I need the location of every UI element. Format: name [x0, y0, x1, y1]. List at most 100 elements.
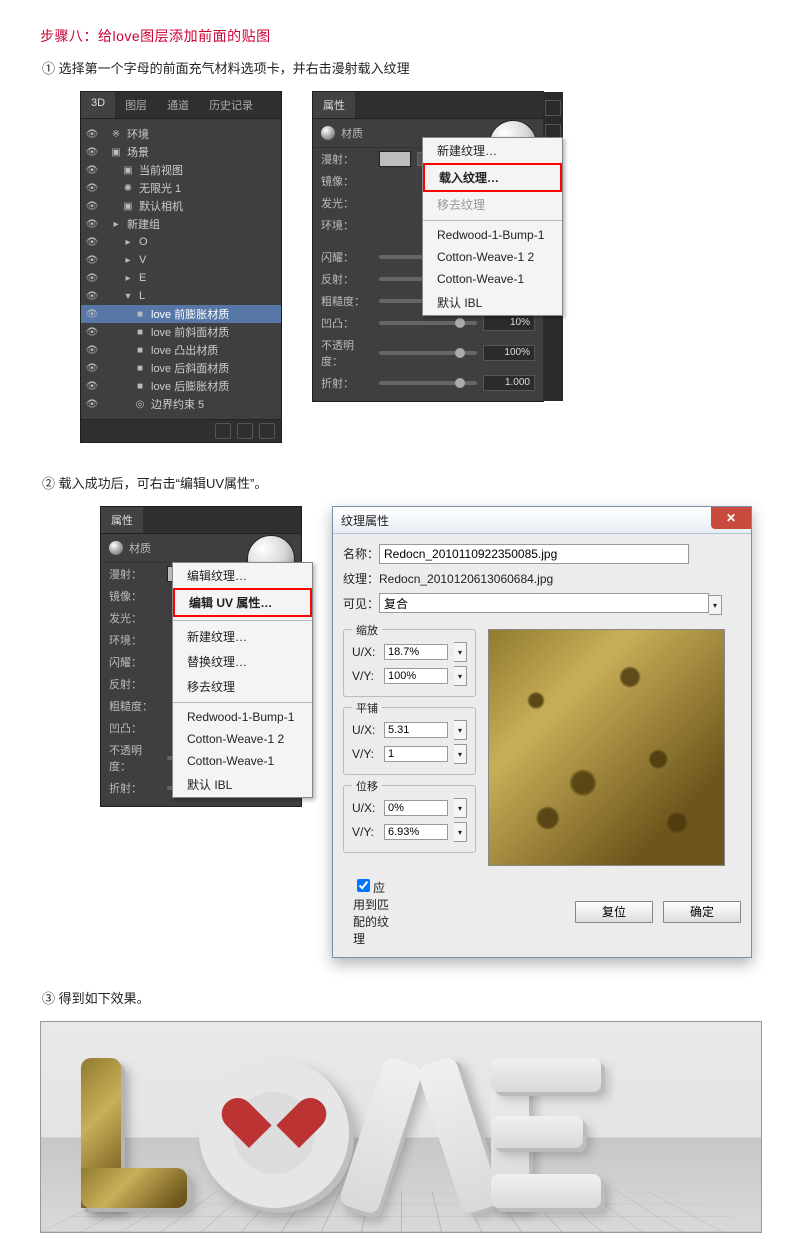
name-input[interactable] — [379, 544, 689, 564]
tile-ux-input[interactable] — [384, 722, 448, 738]
caption-1: ① 选择第一个字母的前面充气材料选项卡，并右击漫射载入纹理 — [42, 58, 760, 77]
offset-ux-input[interactable] — [384, 800, 448, 816]
layer-row[interactable]: 👁※环境 — [81, 125, 281, 143]
label-env: 环境： — [109, 632, 161, 648]
offset-vy-input[interactable] — [384, 824, 448, 840]
layer-row[interactable]: 👁■love 后斜面材质 — [81, 359, 281, 377]
layer-row[interactable]: 👁▾L — [81, 287, 281, 305]
chevron-down-icon[interactable]: ▾ — [454, 798, 467, 818]
menu-cotton12[interactable]: Cotton-Weave-1 2 — [173, 728, 312, 750]
visibility-icon[interactable]: 👁 — [85, 327, 99, 338]
visibility-icon[interactable]: 👁 — [85, 219, 99, 230]
layer-row[interactable]: 👁▣当前视图 — [81, 161, 281, 179]
layer-row[interactable]: 👁▣场景 — [81, 143, 281, 161]
name-label: 名称： — [343, 545, 379, 562]
label-refract: 折射： — [321, 375, 373, 391]
bump-value[interactable]: 10% — [483, 315, 535, 331]
visibility-icon[interactable]: 👁 — [85, 201, 99, 212]
chevron-down-icon[interactable]: ▾ — [454, 744, 467, 764]
visible-select[interactable] — [379, 593, 709, 613]
diffuse-swatch[interactable] — [379, 151, 411, 167]
visibility-icon[interactable]: 👁 — [85, 183, 99, 194]
chevron-down-icon[interactable]: ▾ — [454, 822, 467, 842]
refract-value[interactable]: 1.000 — [483, 375, 535, 391]
label-diffuse: 漫射： — [321, 151, 373, 167]
layer-row[interactable]: 👁■love 凸出材质 — [81, 341, 281, 359]
menu-replace-texture[interactable]: 替换纹理… — [173, 649, 312, 674]
menu-new-texture[interactable]: 新建纹理… — [423, 138, 562, 163]
material-ball-icon — [321, 126, 335, 140]
row-label: V — [139, 254, 146, 266]
footer-icon[interactable] — [237, 423, 253, 439]
group-scale-label: 缩放 — [352, 622, 382, 638]
tab-properties[interactable]: 属性 — [101, 507, 143, 533]
row-type-icon: ▸ — [121, 235, 135, 249]
menu-edit-texture[interactable]: 编辑纹理… — [173, 563, 312, 588]
menu-remove-texture[interactable]: 移去纹理 — [173, 674, 312, 699]
visibility-icon[interactable]: 👁 — [85, 129, 99, 140]
menu-cotton1[interactable]: Cotton-Weave-1 — [173, 750, 312, 772]
tab-properties[interactable]: 属性 — [313, 92, 355, 118]
dialog-title: 纹理属性 — [341, 512, 389, 529]
menu-cotton12[interactable]: Cotton-Weave-1 2 — [423, 246, 562, 268]
layer-row[interactable]: 👁■love 前斜面材质 — [81, 323, 281, 341]
label-mirror: 镜像： — [321, 173, 373, 189]
close-icon[interactable]: ✕ — [711, 507, 751, 529]
tab-layers[interactable]: 图层 — [115, 92, 157, 118]
menu-edit-uv[interactable]: 编辑 UV 属性… — [175, 590, 310, 615]
visibility-icon[interactable]: 👁 — [85, 237, 99, 248]
label-shine: 闪耀： — [321, 249, 373, 265]
menu-redwood[interactable]: Redwood-1-Bump-1 — [423, 224, 562, 246]
menu-load-texture[interactable]: 载入纹理… — [425, 165, 560, 190]
layer-row[interactable]: 👁▸O — [81, 233, 281, 251]
scale-ux-input[interactable] — [384, 644, 448, 660]
visibility-icon[interactable]: 👁 — [85, 309, 99, 320]
visibility-icon[interactable]: 👁 — [85, 345, 99, 356]
visibility-icon[interactable]: 👁 — [85, 147, 99, 158]
label-reflect: 反射： — [109, 676, 161, 692]
tab-history[interactable]: 历史记录 — [199, 92, 263, 118]
layer-row[interactable]: 👁▸V — [81, 251, 281, 269]
ok-button[interactable]: 确定 — [663, 901, 741, 923]
opacity-slider[interactable] — [379, 351, 477, 355]
visibility-icon[interactable]: 👁 — [85, 399, 99, 410]
menu-redwood[interactable]: Redwood-1-Bump-1 — [173, 706, 312, 728]
layer-row[interactable]: 👁✺无限光 1 — [81, 179, 281, 197]
chevron-down-icon[interactable]: ▾ — [709, 595, 722, 615]
menu-cotton1[interactable]: Cotton-Weave-1 — [423, 268, 562, 290]
visibility-icon[interactable]: 👁 — [85, 255, 99, 266]
footer-icon[interactable] — [259, 423, 275, 439]
menu-new-texture[interactable]: 新建纹理… — [173, 624, 312, 649]
chevron-down-icon[interactable]: ▾ — [454, 720, 467, 740]
layer-row[interactable]: 👁▣默认相机 — [81, 197, 281, 215]
layer-row[interactable]: 👁▸新建组 — [81, 215, 281, 233]
layer-row[interactable]: 👁■love 前膨胀材质 — [81, 305, 281, 323]
refract-slider[interactable] — [379, 381, 477, 385]
visibility-icon[interactable]: 👁 — [85, 291, 99, 302]
visibility-icon[interactable]: 👁 — [85, 363, 99, 374]
layer-row[interactable]: 👁◎边界约束 5 — [81, 395, 281, 413]
menu-default-ibl[interactable]: 默认 IBL — [173, 772, 312, 797]
visibility-icon[interactable]: 👁 — [85, 273, 99, 284]
tile-vy-input[interactable] — [384, 746, 448, 762]
visibility-icon[interactable]: 👁 — [85, 381, 99, 392]
chevron-down-icon[interactable]: ▾ — [454, 666, 467, 686]
chevron-down-icon[interactable]: ▾ — [454, 642, 467, 662]
tab-3d[interactable]: 3D — [81, 92, 115, 118]
ps-3d-panel: 3D 图层 通道 历史记录 👁※环境👁▣场景👁▣当前视图👁✺无限光 1👁▣默认相… — [80, 91, 282, 443]
apply-matching-checkbox[interactable]: 应用到匹配的纹理 — [353, 876, 389, 947]
layer-row[interactable]: 👁■love 后膨胀材质 — [81, 377, 281, 395]
scale-vy-input[interactable] — [384, 668, 448, 684]
menu-default-ibl[interactable]: 默认 IBL — [423, 290, 562, 315]
tab-channels[interactable]: 通道 — [157, 92, 199, 118]
reset-button[interactable]: 复位 — [575, 901, 653, 923]
footer-icon[interactable] — [215, 423, 231, 439]
rail-icon[interactable] — [545, 100, 561, 116]
visibility-icon[interactable]: 👁 — [85, 165, 99, 176]
row-label: 环境 — [127, 126, 149, 142]
bump-slider[interactable] — [379, 321, 477, 325]
opacity-value[interactable]: 100% — [483, 345, 535, 361]
row-label: 默认相机 — [139, 198, 183, 214]
row-type-icon: ■ — [133, 379, 147, 393]
layer-row[interactable]: 👁▸E — [81, 269, 281, 287]
